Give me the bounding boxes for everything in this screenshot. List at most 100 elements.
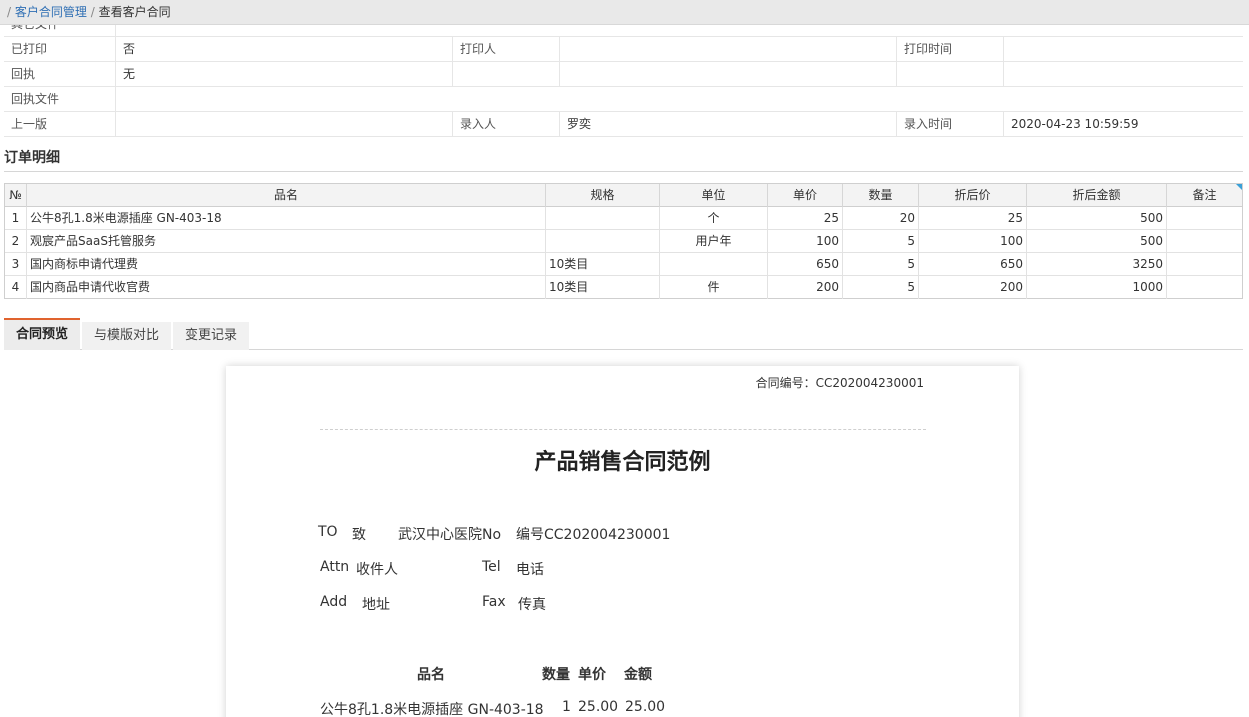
column-header[interactable]: 品名 (27, 184, 546, 207)
info-row-previous: 上一版 录入人 罗奕 录入时间 2020-04-23 10:59:59 (4, 112, 1243, 137)
info-row-receipt-file: 回执文件 (4, 87, 1243, 112)
cell-spec (546, 230, 660, 253)
dashed-divider (320, 429, 926, 430)
divider (4, 171, 1243, 172)
label-fax: Fax (482, 594, 506, 610)
info-label (452, 62, 559, 87)
info-label: 其它文件 (4, 25, 115, 36)
table-row[interactable]: 4 国内商品申请代收官费 10类目 件 200 5 200 1000 (5, 276, 1242, 299)
label-fax-cn: 传真 (518, 597, 546, 613)
tab-template-compare[interactable]: 与模版对比 (82, 322, 171, 350)
cell-price: 650 (768, 253, 843, 276)
cell-name: 国内商标申请代理费 (27, 253, 546, 276)
column-header[interactable]: 规格 (546, 184, 660, 207)
cell-name: 公牛8孔1.8米电源插座 GN-403-18 (27, 207, 546, 230)
cell-discount-price: 25 (919, 207, 1027, 230)
cell-name: 观宸产品SaaS托管服务 (27, 230, 546, 253)
cell-qty: 5 (843, 230, 919, 253)
cell-discount-price: 100 (919, 230, 1027, 253)
tab-contract-preview[interactable]: 合同预览 (4, 318, 80, 350)
contract-preview-paper: 合同编号：CC202004230001 产品销售合同范例 TO 致 武汉中心医院… (226, 366, 1019, 717)
cell-unit: 用户年 (660, 230, 768, 253)
grid-corner-marker (1236, 184, 1242, 190)
cell-spec: 10类目 (546, 253, 660, 276)
info-value (559, 37, 896, 62)
table-row[interactable]: 2 观宸产品SaaS托管服务 用户年 100 5 100 500 (5, 230, 1242, 253)
info-label: 已打印 (11, 42, 48, 56)
cell-discount-amount: 500 (1027, 230, 1167, 253)
label-tel: Tel (482, 559, 501, 575)
cell-discount-price: 200 (919, 276, 1027, 299)
items-header-amount: 金额 (624, 667, 652, 683)
label-tel-cn: 电话 (516, 562, 544, 578)
cell-price: 200 (768, 276, 843, 299)
cell-qty: 5 (843, 253, 919, 276)
info-label: 录入时间 (896, 112, 1003, 137)
breadcrumb-current: 查看客户合同 (98, 5, 171, 19)
tab-bar: 合同预览 与模版对比 变更记录 (4, 318, 1243, 350)
info-value: 无 (115, 62, 452, 87)
info-label: 录入人 (452, 112, 559, 137)
column-header[interactable]: 备注 (1167, 184, 1242, 207)
info-label: 打印人 (452, 37, 559, 62)
cell-index: 3 (5, 253, 27, 276)
contract-title: 产品销售合同范例 (534, 450, 711, 475)
column-header[interactable]: 单位 (660, 184, 768, 207)
cell-spec (546, 207, 660, 230)
column-header[interactable]: 数量 (843, 184, 919, 207)
info-label: 回执文件 (11, 92, 60, 106)
items-header-qty: 数量 (542, 667, 570, 683)
info-value (115, 87, 1243, 112)
label-attn: Attn (320, 559, 350, 575)
tab-change-log[interactable]: 变更记录 (173, 322, 249, 350)
cell-discount-amount: 1000 (1027, 276, 1167, 299)
label-to: TO (318, 524, 338, 540)
info-row-printed: 已打印 否 打印人 打印时间 (4, 37, 1243, 62)
cell-discount-price: 650 (919, 253, 1027, 276)
section-title-order-detail: 订单明细 (4, 150, 60, 166)
info-value (115, 25, 1243, 36)
column-header[interactable]: 折后金额 (1027, 184, 1167, 207)
label-attn-cn: 收件人 (356, 562, 398, 578)
item-price: 25.00 (578, 699, 619, 715)
column-header[interactable]: 单价 (768, 184, 843, 207)
cell-discount-amount: 500 (1027, 207, 1167, 230)
column-header[interactable]: № (5, 184, 27, 207)
column-header[interactable]: 折后价 (919, 184, 1027, 207)
info-label: 上一版 (11, 117, 48, 131)
cell-remark (1167, 276, 1242, 299)
info-value: 否 (115, 37, 452, 62)
info-value (115, 112, 452, 137)
info-label: 打印时间 (896, 37, 1003, 62)
grid-header-row: № 品名 规格 单位 单价 数量 折后价 折后金额 备注 (5, 184, 1242, 207)
cell-remark (1167, 207, 1242, 230)
value-to: 武汉中心医院No (398, 527, 502, 543)
label-add: Add (320, 594, 348, 610)
info-value (1003, 62, 1243, 87)
cell-qty: 5 (843, 276, 919, 299)
cell-index: 1 (5, 207, 27, 230)
contract-code: 合同编号：CC202004230001 (755, 376, 924, 390)
cell-unit (660, 253, 768, 276)
breadcrumb-separator: / (7, 5, 12, 19)
cell-spec: 10类目 (546, 276, 660, 299)
info-value: 罗奕 (559, 112, 896, 137)
items-header-price: 单价 (578, 667, 606, 683)
table-row[interactable]: 3 国内商标申请代理费 10类目 650 5 650 3250 (5, 253, 1242, 276)
info-value (1003, 37, 1243, 62)
cell-price: 25 (768, 207, 843, 230)
item-amount: 25.00 (625, 699, 666, 715)
cell-qty: 20 (843, 207, 919, 230)
breadcrumb: / 客户合同管理 / 查看客户合同 (0, 0, 1249, 25)
table-row[interactable]: 1 公牛8孔1.8米电源插座 GN-403-18 个 25 20 25 500 (5, 207, 1242, 230)
cell-index: 2 (5, 230, 27, 253)
info-row-receipt: 回执 无 (4, 62, 1243, 87)
breadcrumb-link-contracts[interactable]: 客户合同管理 (15, 5, 87, 19)
info-value: 2020-04-23 10:59:59 (1003, 112, 1243, 137)
item-name: 公牛8孔1.8米电源插座 GN-403-18 (320, 702, 544, 717)
item-qty: 1 (562, 699, 571, 715)
label-add-cn: 地址 (362, 597, 390, 613)
order-detail-grid: № 品名 规格 单位 单价 数量 折后价 折后金额 备注 1 公牛8孔1.8米电… (4, 183, 1243, 299)
info-value (559, 62, 896, 87)
info-row-partial: 其它文件 (4, 25, 1243, 37)
